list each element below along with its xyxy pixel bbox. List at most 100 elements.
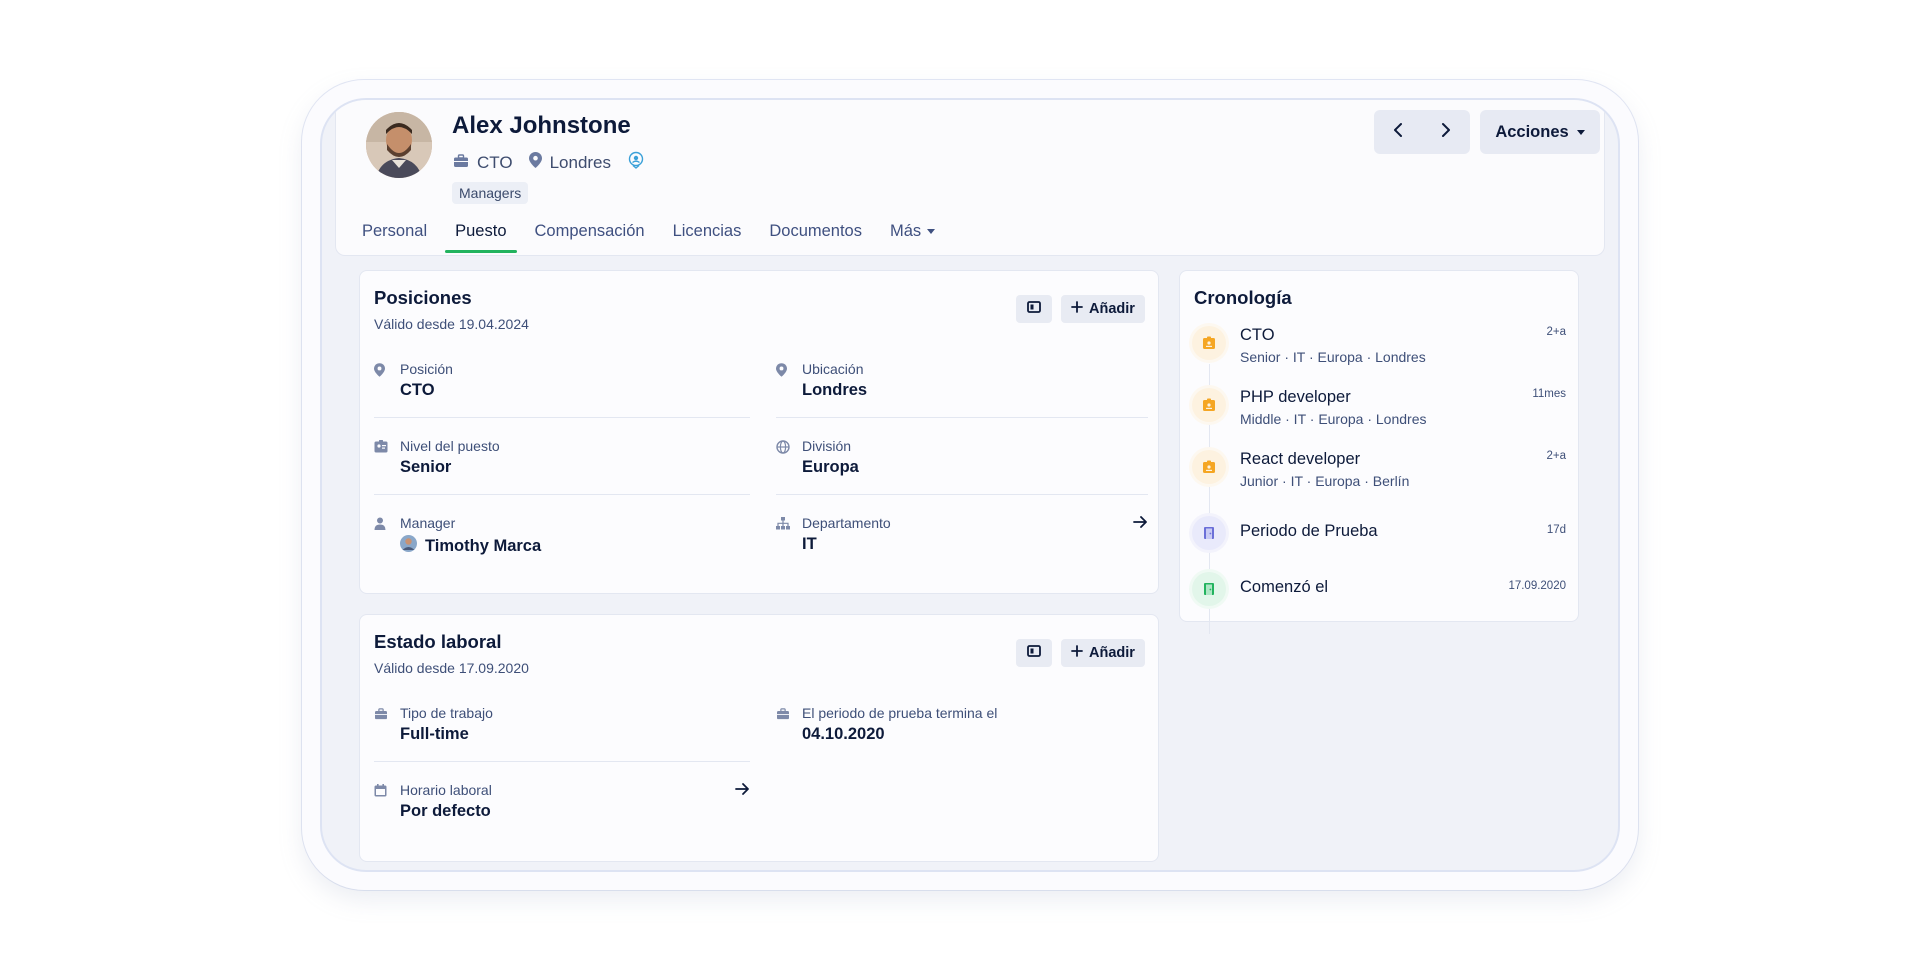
manager-name: Timothy Marca — [425, 536, 542, 555]
briefcase-icon — [776, 707, 790, 721]
next-button[interactable] — [1422, 110, 1470, 154]
chevron-down-icon — [927, 229, 936, 235]
tab-label: Puesto — [455, 222, 507, 240]
plus-icon — [1071, 301, 1083, 317]
arrow-right-icon[interactable] — [1133, 515, 1148, 534]
field-value: 04.10.2020 — [802, 725, 885, 743]
previous-button[interactable] — [1374, 110, 1422, 154]
briefcase-icon — [453, 153, 469, 173]
field-value: Por defecto — [400, 802, 491, 820]
divider — [374, 494, 750, 495]
timeline-title: React developer — [1240, 450, 1361, 468]
tab-compensacion[interactable]: Compensación — [525, 222, 655, 251]
timeline-item[interactable]: Comenzó el 17.09.2020 — [1192, 570, 1566, 620]
actions-label: Acciones — [1495, 122, 1569, 141]
timeline-time: 11mes — [1532, 388, 1566, 400]
add-label: Añadir — [1089, 645, 1135, 661]
field-label: Departamento — [802, 515, 891, 531]
employee-name: Alex Johnstone — [452, 112, 631, 139]
record-navigation — [1374, 110, 1470, 154]
card-title: Estado laboral — [374, 631, 502, 652]
field-label: Posición — [400, 361, 453, 377]
history-icon — [1027, 300, 1041, 318]
divider — [374, 761, 750, 762]
add-label: Añadir — [1089, 301, 1135, 317]
timeline-item[interactable]: Periodo de Prueba 17d — [1192, 514, 1566, 564]
profile-header: Alex Johnstone CTO Londres Managers Pers… — [335, 100, 1605, 256]
field-label: División — [802, 438, 852, 454]
tab-documentos[interactable]: Documentos — [759, 222, 872, 251]
briefcase-icon — [374, 707, 388, 721]
tab-personal[interactable]: Personal — [352, 222, 437, 251]
field-label: Tipo de trabajo — [400, 705, 493, 721]
chevron-left-icon — [1393, 122, 1403, 143]
divider — [776, 494, 1148, 495]
field-value: Full-time — [400, 725, 469, 743]
employee-meta: CTO Londres — [453, 151, 645, 174]
timeline-time: 2+a — [1546, 326, 1566, 338]
timeline-item[interactable]: CTO Senior · IT · Europa · Londres 2+a — [1192, 324, 1566, 374]
door-icon — [1192, 572, 1226, 606]
badge-icon — [1192, 450, 1226, 484]
employee-location: Londres — [549, 152, 612, 172]
hierarchy-icon — [776, 517, 790, 531]
timeline-time: 17d — [1546, 524, 1566, 536]
arrow-right-icon[interactable] — [735, 782, 750, 801]
chevron-right-icon — [1441, 122, 1451, 143]
positions-card: Posiciones Válido desde 19.04.2024 Añadi… — [359, 270, 1159, 594]
timeline-time: 17.09.2020 — [1508, 580, 1566, 592]
globe-icon — [776, 440, 790, 454]
divider — [776, 417, 1148, 418]
timeline-time: 2+a — [1546, 450, 1566, 462]
tab-label: Más — [890, 222, 922, 240]
tab-mas[interactable]: Más — [880, 222, 945, 251]
tab-label: Compensación — [534, 222, 645, 240]
card-subtitle: Válido desde 17.09.2020 — [374, 660, 529, 676]
timeline-subtitle: Junior · IT · Europa · Berlín — [1240, 473, 1410, 489]
timeline-title: CTO — [1240, 326, 1275, 344]
tab-label: Documentos — [769, 222, 862, 240]
id-card-icon — [374, 440, 388, 454]
add-status-button[interactable]: Añadir — [1061, 639, 1145, 667]
divider — [374, 417, 750, 418]
door-icon — [1192, 516, 1226, 550]
timeline-title: Periodo de Prueba — [1240, 522, 1378, 540]
group-badge: Managers — [452, 182, 529, 204]
map-pin-icon — [528, 152, 542, 173]
field-label: Manager — [400, 515, 456, 531]
timeline-card: Cronología CTO Senior · IT · Europa · Lo… — [1179, 270, 1579, 634]
card-title: Cronología — [1194, 287, 1292, 308]
timeline-item[interactable]: React developer Junior · IT · Europa · B… — [1192, 448, 1566, 498]
user-icon — [374, 517, 388, 531]
tab-licencias[interactable]: Licencias — [663, 222, 752, 251]
badge-icon — [1192, 388, 1226, 422]
location-group: Londres — [528, 152, 612, 173]
employment-status-card: Estado laboral Válido desde 17.09.2020 A… — [359, 614, 1159, 862]
history-button[interactable] — [1016, 295, 1052, 323]
manager-value[interactable]: Timothy Marca — [400, 535, 541, 557]
tab-puesto[interactable]: Puesto — [445, 222, 517, 253]
profile-tabs: Personal Puesto Compensación Licencias D… — [362, 222, 936, 253]
timeline-item[interactable]: PHP developer Middle · IT · Europa · Lon… — [1192, 386, 1566, 436]
app-screen: Alex Johnstone CTO Londres Managers Pers… — [322, 100, 1618, 870]
plus-icon — [1071, 645, 1083, 661]
id-badge-icon[interactable] — [627, 151, 645, 174]
field-label: Ubicación — [802, 361, 864, 377]
chevron-down-icon — [1576, 129, 1585, 135]
badge-icon — [1192, 326, 1226, 360]
field-label: Nivel del puesto — [400, 438, 500, 454]
manager-avatar — [400, 535, 417, 557]
field-label: Horario laboral — [400, 782, 492, 798]
history-icon — [1027, 644, 1041, 662]
add-position-button[interactable]: Añadir — [1061, 295, 1145, 323]
field-label: El periodo de prueba termina el — [802, 705, 998, 721]
field-value: Londres — [802, 381, 868, 399]
tab-label: Licencias — [672, 222, 742, 240]
history-button[interactable] — [1016, 639, 1052, 667]
actions-button[interactable]: Acciones — [1480, 110, 1600, 154]
calendar-icon — [374, 784, 388, 798]
card-subtitle: Válido desde 19.04.2024 — [374, 316, 529, 332]
timeline-subtitle: Middle · IT · Europa · Londres — [1240, 411, 1427, 427]
timeline-title: PHP developer — [1240, 388, 1351, 406]
field-value: CTO — [400, 381, 435, 399]
